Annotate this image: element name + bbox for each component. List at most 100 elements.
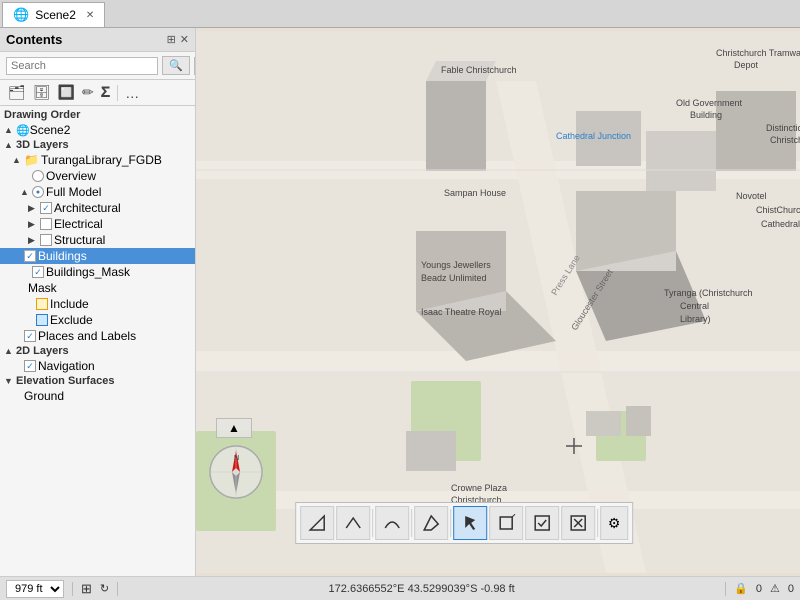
tab-label: Scene2 <box>35 8 76 22</box>
tree-item-navigation[interactable]: Navigation <box>0 358 195 374</box>
buildings-label: Buildings <box>38 249 87 263</box>
tab-bar: 🌐 Scene2 ✕ <box>0 0 800 28</box>
svg-text:Distinction Hotel: Distinction Hotel <box>766 123 800 133</box>
pin-button[interactable]: ⊞ <box>167 33 176 46</box>
tree-item-mask-label: Mask <box>0 280 195 296</box>
overview-radio[interactable] <box>32 170 44 182</box>
tab-close-button[interactable]: ✕ <box>86 10 94 21</box>
tree-item-exclude[interactable]: Exclude <box>0 312 195 328</box>
main-area: Contents ⊞ ✕ 🔍 ▼ 🗂 🗄 🔲 ✏ 𝚺 … Draw <box>0 28 800 576</box>
warning-count: 0 <box>788 583 794 595</box>
database-button[interactable]: 🗄 <box>31 83 53 102</box>
status-sep-2 <box>117 582 118 596</box>
svg-text:Library): Library) <box>680 314 711 324</box>
map-tool-5-active[interactable] <box>453 506 487 540</box>
tree-item-architectural[interactable]: ▶ Architectural <box>0 200 195 216</box>
map-tool-sep2 <box>411 509 412 537</box>
map-tool-sep4 <box>597 509 598 537</box>
full-model-expand-icon: ▲ <box>20 187 32 197</box>
scene2-label: Scene2 <box>30 123 71 137</box>
tree-item-ground[interactable]: Ground <box>0 388 195 404</box>
map-tool-3[interactable] <box>375 506 409 540</box>
sidebar-controls: ⊞ ✕ <box>167 33 189 46</box>
check-box-icon <box>533 514 551 532</box>
tree-item-overview[interactable]: Overview <box>0 168 195 184</box>
tree-item-scene2[interactable]: ▲ 🌐 Scene2 <box>0 122 195 138</box>
refresh-icon: ↻ <box>100 582 109 595</box>
search-bar: 🔍 ▼ <box>0 52 195 80</box>
elevation-surfaces-label: Elevation Surfaces <box>16 375 114 387</box>
include-label: Include <box>50 297 89 311</box>
svg-text:Christchurch: Christchurch <box>770 135 800 145</box>
architectural-label: Architectural <box>54 201 121 215</box>
new-map-button[interactable]: 🗂 <box>6 83 28 102</box>
layer-button[interactable]: 🔲 <box>56 83 77 102</box>
3d-layers-expand-icon: ▲ <box>4 140 16 150</box>
tab-scene2[interactable]: 🌐 Scene2 ✕ <box>2 2 105 27</box>
electrical-label: Electrical <box>54 217 103 231</box>
close-sidebar-button[interactable]: ✕ <box>180 33 189 46</box>
tree-item-buildings-mask[interactable]: Buildings_Mask <box>0 264 195 280</box>
map-tool-6[interactable] <box>489 506 523 540</box>
scale-control: 979 ft <box>6 580 64 598</box>
full-model-radio[interactable] <box>32 186 44 198</box>
architectural-checkbox[interactable] <box>40 202 52 214</box>
navigation-checkbox[interactable] <box>24 360 36 372</box>
svg-text:Christchurch Tramway: Christchurch Tramway <box>716 48 800 58</box>
svg-text:Youngs Jewellers: Youngs Jewellers <box>421 260 491 270</box>
polygon-tool-icon <box>422 514 440 532</box>
tree-item-buildings[interactable]: Buildings <box>0 248 195 264</box>
buildings-mask-checkbox[interactable] <box>32 266 44 278</box>
tree-item-include[interactable]: Include <box>0 296 195 312</box>
scene2-expand-icon: ▲ <box>4 125 16 135</box>
search-button[interactable]: 🔍 <box>162 56 190 75</box>
exclude-mask-icon <box>36 314 48 326</box>
angle-tool-icon <box>344 514 362 532</box>
map-settings-button[interactable]: ⚙ <box>600 506 628 540</box>
tree-item-2d-layers[interactable]: ▲ 2D Layers <box>0 344 195 358</box>
search-input[interactable] <box>6 57 158 75</box>
box-select-icon <box>497 514 515 532</box>
compass-container[interactable]: N <box>208 444 264 500</box>
svg-text:Isaac Theatre Royal: Isaac Theatre Royal <box>421 307 501 317</box>
tree-item-electrical[interactable]: ▶ Electrical <box>0 216 195 232</box>
electrical-checkbox[interactable] <box>40 218 52 230</box>
map-toolbar: ⚙ <box>295 502 633 544</box>
tree-item-turanga[interactable]: ▲ 📁 TurangaLibrary_FGDB <box>0 152 195 168</box>
drawing-order-header: Drawing Order <box>0 108 195 122</box>
tree-item-full-model[interactable]: ▲ Full Model <box>0 184 195 200</box>
select-tool-icon <box>461 514 479 532</box>
tree-item-elevation-surfaces[interactable]: ▼ Elevation Surfaces <box>0 374 195 388</box>
svg-text:Novotel: Novotel <box>736 191 767 201</box>
svg-text:N: N <box>234 455 239 462</box>
svg-text:Sampan House: Sampan House <box>444 188 506 198</box>
nav-up-button[interactable]: ▲ <box>216 418 252 438</box>
structural-expand-icon: ▶ <box>28 235 40 246</box>
2d-layers-expand-icon: ▲ <box>4 346 16 356</box>
places-checkbox[interactable] <box>24 330 36 342</box>
full-model-label: Full Model <box>46 185 101 199</box>
sum-button[interactable]: 𝚺 <box>99 83 112 102</box>
map-area[interactable]: Fable Christchurch Christchurch Tramway … <box>196 28 800 576</box>
draw-tool-icon <box>308 514 326 532</box>
map-tool-4[interactable] <box>414 506 448 540</box>
structural-checkbox[interactable] <box>40 234 52 246</box>
3d-layers-label: 3D Layers <box>16 139 69 151</box>
x-box-icon <box>569 514 587 532</box>
scale-dropdown[interactable]: 979 ft <box>6 580 64 598</box>
map-tool-1[interactable] <box>300 506 334 540</box>
more-button[interactable]: … <box>123 84 141 102</box>
edit-button[interactable]: ✏ <box>80 83 96 102</box>
zoom-icon: ⊞ <box>81 581 92 597</box>
map-canvas: Fable Christchurch Christchurch Tramway … <box>196 28 800 576</box>
layer-toolbar: 🗂 🗄 🔲 ✏ 𝚺 … <box>0 80 195 106</box>
buildings-checkbox[interactable] <box>24 250 36 262</box>
map-tool-8[interactable] <box>561 506 595 540</box>
tree-item-places-labels[interactable]: Places and Labels <box>0 328 195 344</box>
map-tool-7[interactable] <box>525 506 559 540</box>
map-tool-sep1 <box>372 509 373 537</box>
tree-item-structural[interactable]: ▶ Structural <box>0 232 195 248</box>
tree-item-3d-layers[interactable]: ▲ 3D Layers <box>0 138 195 152</box>
map-tool-2[interactable] <box>336 506 370 540</box>
mask-label-text: Mask <box>28 281 57 295</box>
